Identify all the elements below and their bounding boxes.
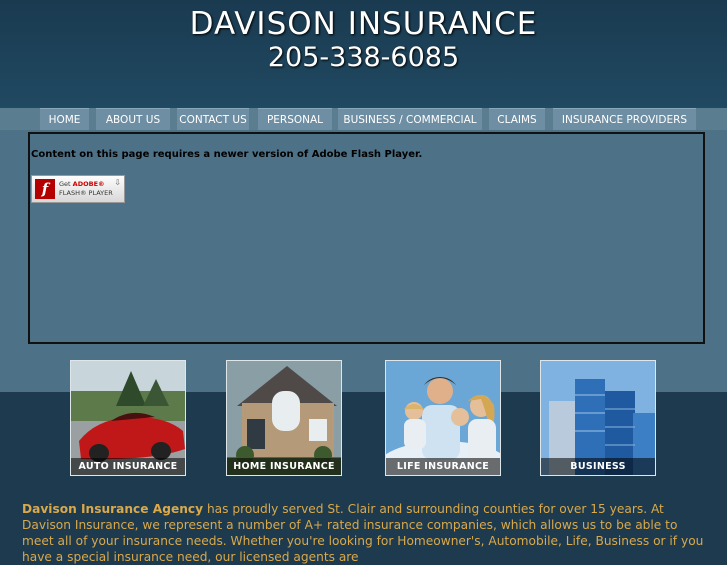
life-insurance-tile[interactable]: LIFE INSURANCE — [385, 360, 501, 476]
site-title: DAVISON INSURANCE — [189, 6, 538, 42]
home-insurance-caption: HOME INSURANCE — [227, 458, 341, 475]
download-arrow-icon: ⇩ — [114, 178, 121, 187]
flash-required-message: Content on this page requires a newer ve… — [31, 149, 423, 160]
nav-home[interactable]: HOME — [40, 108, 89, 130]
nav-insurance-providers[interactable]: INSURANCE PROVIDERS — [553, 108, 696, 130]
auto-insurance-caption: AUTO INSURANCE — [71, 458, 185, 475]
flash-badge-product: FLASH® PLAYER — [59, 189, 113, 197]
get-flash-player-button[interactable]: f Get ADOBE® FLASH® PLAYER ⇩ — [31, 175, 125, 203]
site-header: DAVISON INSURANCE 205-338-6085 — [0, 0, 727, 110]
life-insurance-caption: LIFE INSURANCE — [386, 458, 500, 475]
business-insurance-caption: BUSINESS INSURANCE — [541, 458, 655, 475]
auto-insurance-tile[interactable]: AUTO INSURANCE — [70, 360, 186, 476]
business-insurance-tile[interactable]: BUSINESS INSURANCE — [540, 360, 656, 476]
phone-number: 205-338-6085 — [267, 42, 460, 73]
nav-contact-us[interactable]: CONTACT US — [177, 108, 249, 130]
nav-business-commercial[interactable]: BUSINESS / COMMERCIAL — [338, 108, 482, 130]
flash-placeholder: Content on this page requires a newer ve… — [28, 132, 705, 344]
flash-logo-icon: f — [35, 179, 55, 199]
flash-badge-get: Get ADOBE® — [59, 180, 105, 188]
nav-about-us[interactable]: ABOUT US — [96, 108, 170, 130]
agency-name: Davison Insurance Agency — [22, 502, 204, 516]
main-nav: HOME ABOUT US CONTACT US PERSONAL BUSINE… — [0, 108, 727, 130]
nav-personal[interactable]: PERSONAL — [258, 108, 332, 130]
agency-description: Davison Insurance Agency has proudly ser… — [22, 501, 712, 565]
home-insurance-tile[interactable]: HOME INSURANCE — [226, 360, 342, 476]
nav-claims[interactable]: CLAIMS — [489, 108, 545, 130]
